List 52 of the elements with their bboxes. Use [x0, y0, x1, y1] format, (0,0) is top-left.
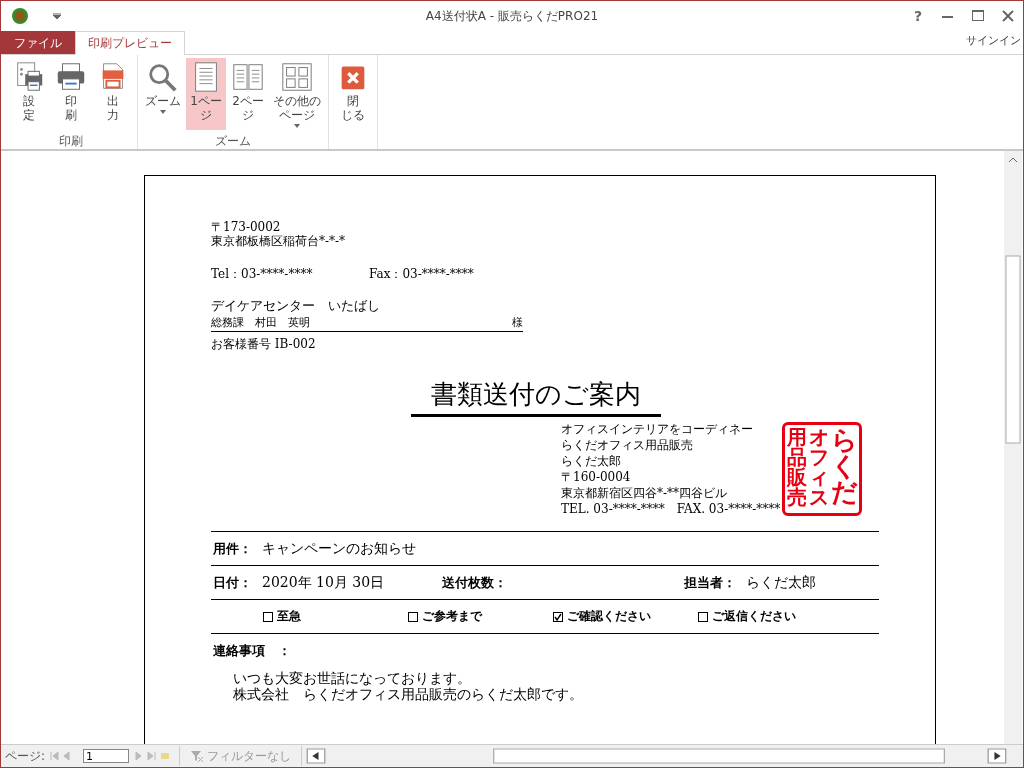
ribbon-button[interactable]: 2ペー ジ: [228, 58, 268, 130]
address-line: 〒173-0002: [211, 220, 282, 234]
ribbon-button[interactable]: その他の ページ: [270, 58, 324, 130]
four-pages-icon: [280, 60, 314, 94]
date-text: 2020年 10月 30日: [262, 573, 386, 592]
document-title: 書類送付のご案内: [411, 377, 661, 417]
ribbon-tab[interactable]: 印刷プレビュー: [75, 31, 185, 55]
sender-line: オフィスインテリアをコーディネー: [561, 421, 754, 437]
field-label: 用件：: [213, 539, 252, 558]
checkbox-label: 至急: [277, 608, 301, 625]
field-label: 担当者：: [684, 573, 736, 592]
note-line: 株式会社 らくだオフィス用品販売のらくだ太郎です。: [233, 686, 584, 702]
field-label: 送付枚数：: [442, 573, 508, 592]
sender-line: らくだオフィス用品販売: [561, 437, 694, 453]
customer-number: お客様番号 IB-002: [211, 336, 317, 353]
ribbon-tab[interactable]: ファイル: [1, 31, 75, 54]
honorific: 様: [512, 315, 523, 330]
recipient-company: デイケアセンター いたばし: [211, 297, 381, 315]
ribbon-button[interactable]: 印 刷: [51, 58, 91, 130]
ribbon-button[interactable]: 出 力: [93, 58, 133, 130]
recipient-name: 総務課 村田 英明: [211, 315, 310, 330]
ribbon-button[interactable]: 設 定: [9, 58, 49, 130]
sign-in-link[interactable]: サインイン: [966, 31, 1023, 48]
address-line: 東京都板橋区稲荷台*-*-*: [211, 234, 347, 248]
checkbox-label: ご返信ください: [712, 608, 796, 625]
ribbon-button[interactable]: 1ペー ジ: [186, 58, 226, 130]
sender-line: 東京都新宿区四谷*-**四谷ビル: [561, 485, 729, 501]
checkbox-label: ご確認ください: [567, 608, 651, 625]
group-label: 印刷: [59, 134, 83, 148]
sender-line: らくだ太郎: [561, 453, 622, 469]
horizontal-scrollbar[interactable]: [306, 748, 1007, 764]
sender-fax: FAX. 03-****-****: [676, 502, 781, 516]
filter-icon: [190, 750, 205, 762]
staff-name: らくだ太郎: [746, 573, 816, 592]
group-label: ズーム: [215, 134, 251, 148]
ribbon-button[interactable]: ズーム: [142, 58, 184, 130]
caret-icon[interactable]: [53, 13, 61, 19]
checkbox-label: ご参考まで: [422, 608, 482, 625]
sender-line: 〒160-0004: [561, 469, 632, 485]
window-title: A4送付状A - 販売らくだPRO21: [424, 7, 600, 25]
app-icon[interactable]: [11, 7, 29, 25]
notes-label: 連絡事項 ：: [213, 642, 292, 660]
sender-phone: TEL. 03-****-****: [561, 502, 665, 516]
page-input[interactable]: 1: [83, 749, 130, 763]
fax-number: Fax：03-****-****: [369, 266, 474, 283]
phone-number: Tel：03-****-****: [211, 266, 314, 283]
ribbon-button[interactable]: 閉 じる: [333, 58, 373, 130]
subject-text: キャンペーンのお知らせ: [262, 539, 416, 558]
help-button[interactable]: ?: [903, 3, 933, 29]
field-label: 日付：: [213, 573, 252, 592]
note-line: いつも大変お世話になっております。: [233, 670, 472, 686]
page-label: ページ:: [5, 747, 46, 765]
